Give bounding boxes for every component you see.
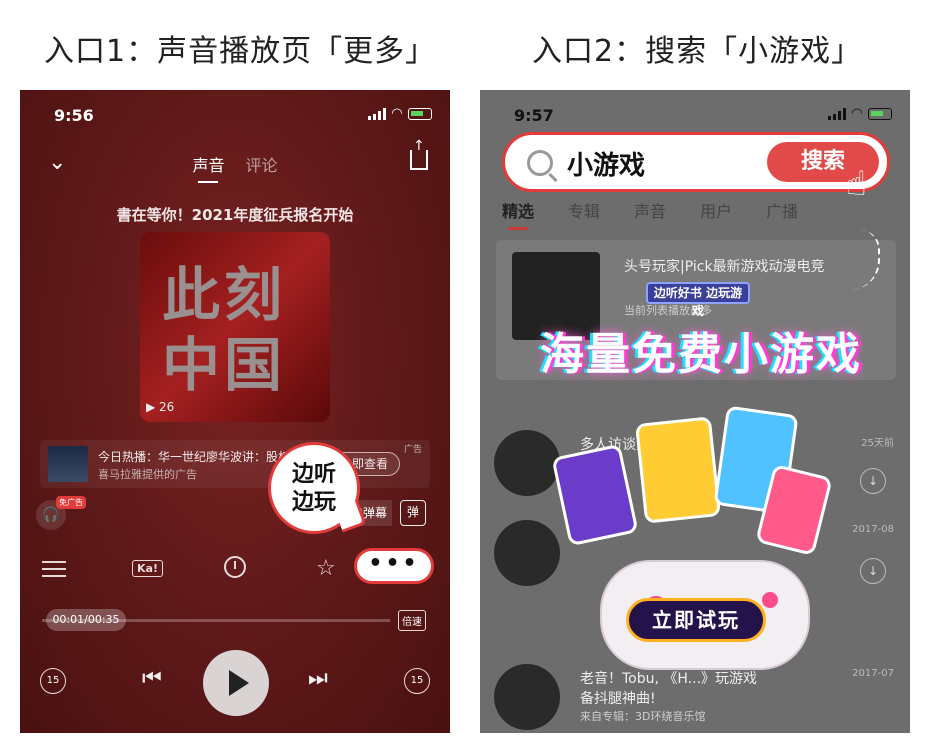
wifi-icon: ◠ xyxy=(392,106,402,121)
track-title: 書在等你！2021年度征兵报名开始 xyxy=(116,206,354,224)
cover-text-line1: 此刻 xyxy=(162,261,287,329)
tab-users[interactable]: 用户 xyxy=(700,198,732,222)
search-bar[interactable]: 小游戏 搜索 xyxy=(502,132,890,192)
play-now-button[interactable]: 立即试玩 xyxy=(626,598,766,642)
signal-icon xyxy=(828,108,846,120)
callout-line2: 边玩 xyxy=(291,490,336,515)
ad-thumbnail xyxy=(48,446,88,482)
download-icon[interactable]: ↓ xyxy=(860,558,886,584)
search-input[interactable]: 小游戏 xyxy=(567,145,645,182)
danmu-toggle-icon[interactable]: 弹 xyxy=(400,500,426,526)
forward-15-icon[interactable]: 15 xyxy=(404,668,430,694)
promo-title: 海量免费小游戏 xyxy=(540,329,862,380)
game-card xyxy=(634,416,722,524)
play-count: ▶ 26 xyxy=(146,400,175,414)
status-bar: 9:56 ◠ xyxy=(20,104,450,128)
album-cover[interactable]: 此刻 中国 ▶ 26 xyxy=(140,232,330,422)
share-icon[interactable] xyxy=(410,138,428,170)
gamepad-button-a xyxy=(762,592,778,608)
status-icons: ◠ xyxy=(828,106,892,121)
progress-time[interactable]: 00:01/00:35 xyxy=(46,609,126,631)
game-card xyxy=(551,443,639,547)
status-time: 9:56 xyxy=(54,106,94,125)
playlist-icon[interactable] xyxy=(42,556,66,582)
ad-headline: 今日热播：华一世纪廖华波讲：股权 xyxy=(98,450,291,464)
player-tabs: 声音 评论 xyxy=(20,152,450,176)
list-item[interactable]: 老音！Tobu, 《H...》玩游戏 备抖腿神曲! 来自专辑：3D环绕音乐馆 2… xyxy=(494,664,894,733)
caption-right: 入口2：搜索「小游戏」 xyxy=(532,34,863,69)
search-results-screen: 9:57 ◠ 精选 专辑 声音 用户 广播 头号玩家|Pick最新游戏动漫电竞 … xyxy=(480,90,910,733)
battery-icon xyxy=(868,108,892,120)
tab-sounds[interactable]: 声音 xyxy=(634,198,666,222)
list-avatar xyxy=(494,664,560,730)
tab-comments[interactable]: 评论 xyxy=(246,156,278,175)
promo-game-art xyxy=(540,405,840,670)
download-icon[interactable]: ↓ xyxy=(860,468,886,494)
tab-sound[interactable]: 声音 xyxy=(192,156,224,175)
battery-icon xyxy=(408,108,432,120)
list-date: 25天前 xyxy=(861,438,894,449)
callout-bubble: 边听 边玩 xyxy=(268,442,360,534)
noad-badge: 免广告 xyxy=(56,496,86,509)
status-time: 9:57 xyxy=(514,106,554,125)
signal-icon xyxy=(368,108,386,120)
timer-icon[interactable] xyxy=(224,556,246,578)
audio-player-screen: 9:56 ◠ ⌄ 声音 评论 書在等你！2021年度征兵报名开始 此刻 中国 ▶… xyxy=(20,90,450,733)
previous-track-icon[interactable]: ⏮ xyxy=(142,666,162,691)
search-icon xyxy=(527,150,553,176)
status-icons: ◠ xyxy=(368,106,432,121)
pointer-hand-icon: ☝ xyxy=(846,164,867,204)
ad-banner[interactable]: 今日热播：华一世纪廖华波讲：股权 喜马拉雅提供的广告 广告 立即查看 xyxy=(40,440,430,488)
result-title: 头号玩家|Pick最新游戏动漫电竞 xyxy=(624,259,825,275)
more-button[interactable]: ••• xyxy=(354,548,434,584)
list-date: 2017-08 xyxy=(852,524,894,535)
list-date: 2017-07 xyxy=(852,668,894,679)
list-meta: 来自专辑：3D环绕音乐馆 xyxy=(580,710,706,723)
tab-albums[interactable]: 专辑 xyxy=(568,198,600,222)
callout-line1: 边听 xyxy=(291,462,336,487)
next-track-icon[interactable]: ⏭ xyxy=(308,666,328,691)
karaoke-icon[interactable]: Ka! xyxy=(132,560,163,577)
speed-button[interactable]: 倍速 xyxy=(398,610,426,631)
cover-text-line2: 中国 xyxy=(162,331,287,399)
ad-sponsor: 喜马拉雅提供的广告 xyxy=(98,468,197,481)
tab-radio[interactable]: 广播 xyxy=(766,198,798,222)
call-star-icon[interactable]: ☆ xyxy=(316,556,336,581)
playback-controls: 15 ⏮ ⏭ 15 xyxy=(20,650,450,720)
play-button[interactable] xyxy=(203,650,269,716)
wifi-icon: ◠ xyxy=(852,106,862,121)
rewind-15-icon[interactable]: 15 xyxy=(40,668,66,694)
promo-badge: 边听好书 边玩游戏 xyxy=(646,282,750,318)
caption-left: 入口1：声音播放页「更多」 xyxy=(44,34,437,69)
tab-featured[interactable]: 精选 xyxy=(502,198,534,230)
list-title: 老音！Tobu, 《H...》玩游戏 xyxy=(580,671,758,687)
status-bar: 9:57 ◠ xyxy=(480,104,910,128)
cover-text: 此刻 中国 xyxy=(162,260,286,400)
ad-tag: 广告 xyxy=(403,445,422,455)
list-title-continued: 备抖腿神曲! xyxy=(580,691,656,707)
